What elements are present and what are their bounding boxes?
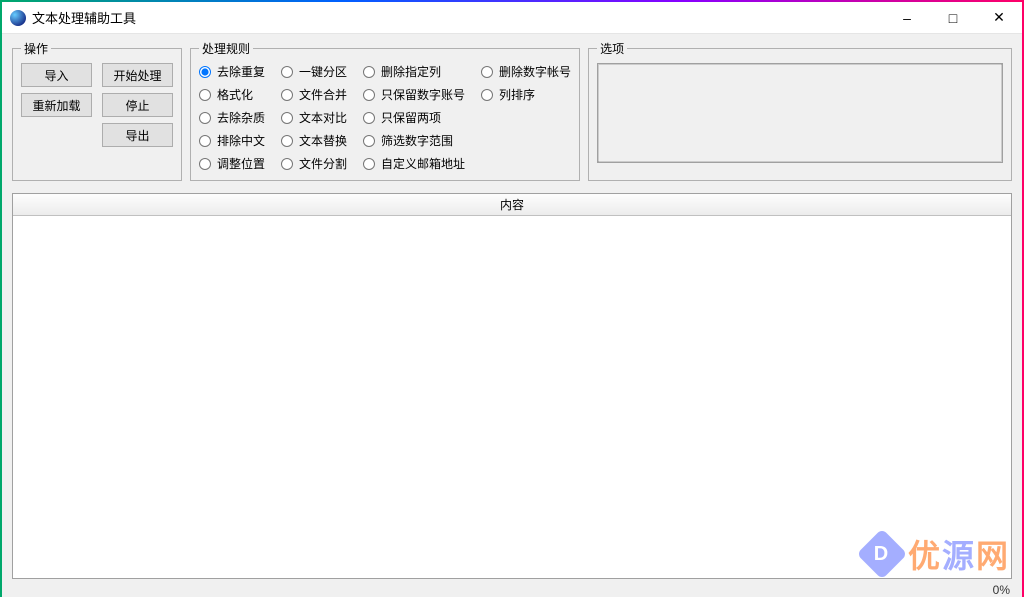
progress-text: 0%	[993, 583, 1010, 597]
group-operations-legend: 操作	[21, 40, 51, 57]
rule-filter-range[interactable]: 筛选数字范围	[363, 132, 465, 149]
rule-del-col[interactable]: 删除指定列	[363, 63, 465, 80]
options-panel	[597, 63, 1003, 163]
rule-split[interactable]: 文件分割	[281, 155, 347, 172]
app-icon	[10, 10, 26, 26]
import-button[interactable]: 导入	[21, 63, 92, 87]
rule-partition[interactable]: 一键分区	[281, 63, 347, 80]
rule-replace[interactable]: 文本替换	[281, 132, 347, 149]
stop-button[interactable]: 停止	[102, 93, 173, 117]
minimize-button[interactable]: –	[884, 2, 930, 34]
rule-exclude-cn[interactable]: 排除中文	[199, 132, 265, 149]
rule-format[interactable]: 格式化	[199, 86, 265, 103]
group-options: 选项	[588, 40, 1012, 181]
group-rules: 处理规则 去除重复 格式化 去除杂质 排除中文 调整位置 一键分区 文件合并	[190, 40, 580, 181]
titlebar: 文本处理辅助工具 – □ ✕	[2, 2, 1022, 34]
start-button[interactable]: 开始处理	[102, 63, 173, 87]
rule-clean[interactable]: 去除杂质	[199, 109, 265, 126]
rule-adjust-pos[interactable]: 调整位置	[199, 155, 265, 172]
reload-button[interactable]: 重新加载	[21, 93, 92, 117]
rule-merge[interactable]: 文件合并	[281, 86, 347, 103]
window-title: 文本处理辅助工具	[32, 8, 884, 27]
client-area: 操作 导入 开始处理 重新加载 停止 导出 处理规则 去除	[2, 34, 1022, 597]
rule-keep-two[interactable]: 只保留两项	[363, 109, 465, 126]
content-header[interactable]: 内容	[13, 194, 1011, 216]
export-button[interactable]: 导出	[102, 123, 173, 147]
close-button[interactable]: ✕	[976, 2, 1022, 34]
group-operations: 操作 导入 开始处理 重新加载 停止 导出	[12, 40, 182, 181]
content-area: 内容	[12, 193, 1012, 579]
rule-col-sort[interactable]: 列排序	[481, 86, 571, 103]
rule-compare[interactable]: 文本对比	[281, 109, 347, 126]
maximize-button[interactable]: □	[930, 2, 976, 34]
rule-keep-num-acct[interactable]: 只保留数字账号	[363, 86, 465, 103]
group-options-legend: 选项	[597, 40, 627, 57]
group-rules-legend: 处理规则	[199, 40, 253, 57]
status-bar: 0%	[993, 581, 1010, 597]
app-window: 文本处理辅助工具 – □ ✕ 操作 导入 开始处理 重新加载 停止	[2, 2, 1022, 595]
rule-custom-email[interactable]: 自定义邮箱地址	[363, 155, 465, 172]
rule-del-num-acct[interactable]: 删除数字帐号	[481, 63, 571, 80]
rule-dedup[interactable]: 去除重复	[199, 63, 265, 80]
content-body[interactable]	[13, 216, 1011, 578]
